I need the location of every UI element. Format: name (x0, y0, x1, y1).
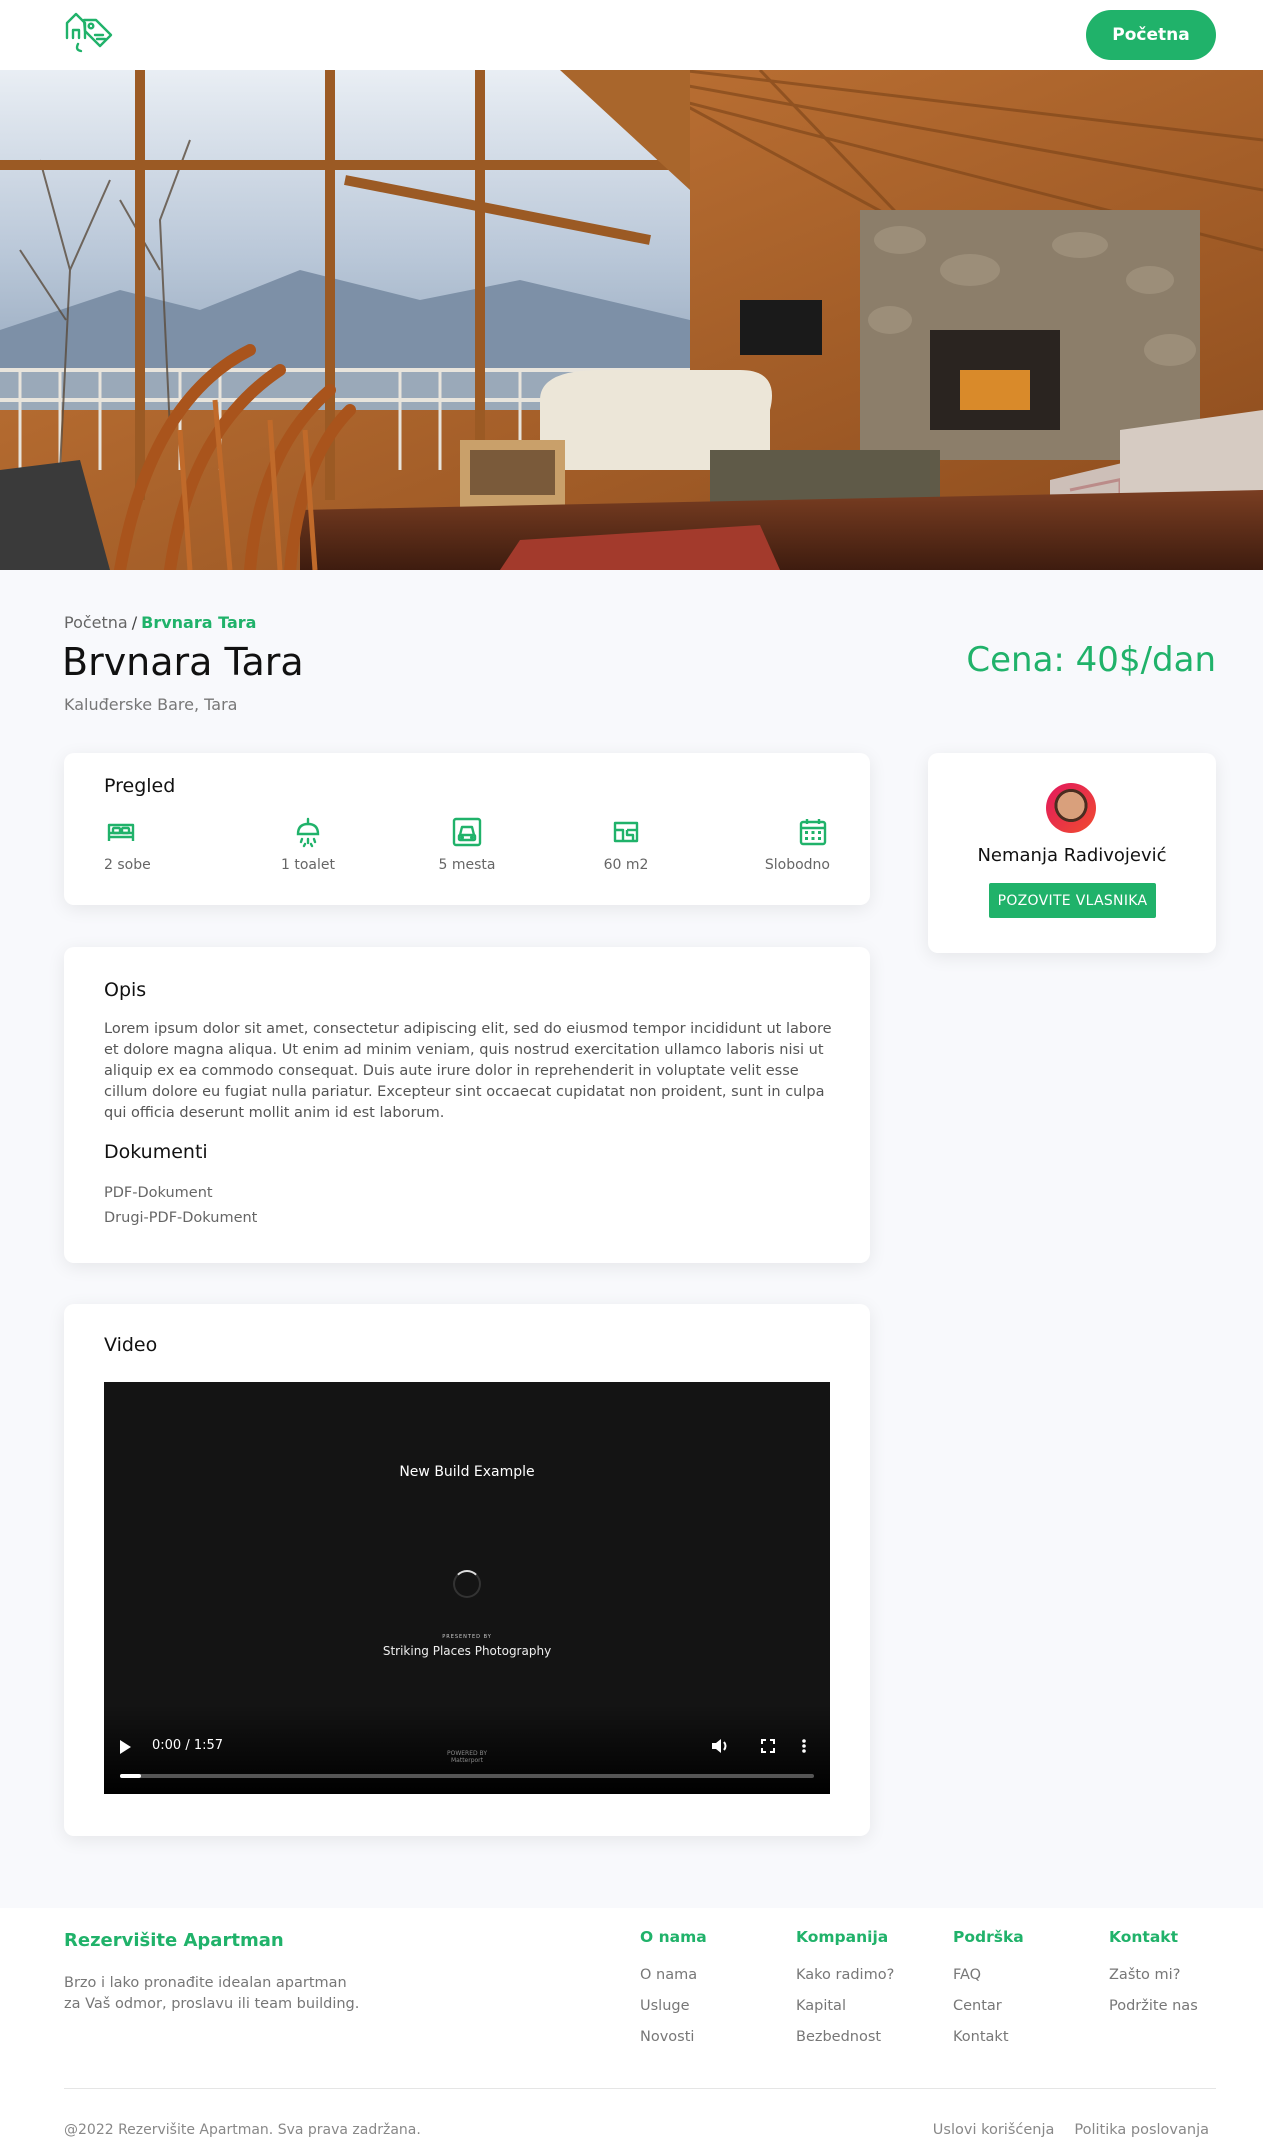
overview-items: 2 sobe 1 toalet 5 mesta 60 m2 Slobodno (104, 815, 830, 873)
listing-location: Kaluđerske Bare, Tara (64, 695, 238, 714)
footer-link[interactable]: Centar (953, 1991, 1024, 2022)
breadcrumb-separator: / (131, 613, 138, 632)
footer-link[interactable]: Kako radimo? (796, 1960, 894, 1991)
listing-title: Brvnara Tara (62, 640, 304, 684)
video-progress-fill (120, 1774, 141, 1778)
breadcrumb-home-link[interactable]: Početna (64, 613, 128, 632)
overview-item-rooms: 2 sobe (104, 815, 194, 873)
description-card: Opis Lorem ipsum dolor sit amet, consect… (64, 947, 870, 1263)
documents-list: PDF-Dokument Drugi-PDF-Dokument (104, 1181, 257, 1231)
hero-image (0, 70, 1263, 570)
volume-icon[interactable] (708, 1734, 732, 1758)
bed-icon (107, 823, 135, 841)
footer-column-about: O nama O nama Usluge Novosti (640, 1928, 707, 2053)
footer-column-title: Kompanija (796, 1928, 889, 1946)
overview-item-toilet: 1 toalet (263, 815, 353, 873)
overview-heading: Pregled (104, 775, 176, 797)
terms-link[interactable]: Uslovi korišćenja (933, 2122, 1055, 2138)
video-brand-name: Matterport (450, 1757, 483, 1764)
footer-column-contact: Kontakt Zašto mi? Podržite nas (1109, 1928, 1198, 2022)
video-powered-by: POWERED BY (446, 1750, 487, 1757)
footer-link[interactable]: O nama (640, 1960, 707, 1991)
footer-column-title: O nama (640, 1928, 707, 1946)
overview-availability-label: Slobodno (764, 857, 830, 873)
owner-card: Nemanja Radivojević POZOVITE VLASNIKA (928, 753, 1216, 953)
footer-column-title: Kontakt (1109, 1928, 1179, 1946)
footer-divider (64, 2088, 1216, 2089)
footer-link[interactable]: Kapital (796, 1991, 894, 2022)
more-options-icon[interactable] (792, 1734, 816, 1758)
video-title: New Build Example (399, 1464, 535, 1480)
shower-icon (296, 817, 320, 848)
footer-link[interactable]: Podržite nas (1109, 1991, 1198, 2022)
footer-link[interactable]: Usluge (640, 1991, 707, 2022)
description-text: Lorem ipsum dolor sit amet, consectetur … (104, 1021, 832, 1121)
owner-avatar (1046, 783, 1096, 833)
overview-area-label: 60 m2 (603, 857, 649, 873)
home-button[interactable]: Početna (1086, 10, 1216, 60)
video-presented-by: PRESENTED BY (442, 1634, 492, 1640)
document-link-pdf[interactable]: PDF-Dokument (104, 1181, 257, 1206)
footer-link[interactable]: Novosti (640, 2022, 707, 2053)
footer-tagline-line2: za Vaš odmor, proslavu ili team building… (64, 1996, 360, 2012)
breadcrumb: Početna / Brvnara Tara (64, 613, 256, 632)
footer-link[interactable]: FAQ (953, 1960, 1024, 1991)
footer-legal-links: Uslovi korišćenja Politika poslovanja (933, 2122, 1209, 2138)
top-navbar: Početna (0, 0, 1263, 70)
floorplan-icon (613, 821, 639, 843)
call-owner-button[interactable]: POZOVITE VLASNIKA (989, 883, 1156, 918)
owner-name: Nemanja Radivojević (977, 845, 1167, 866)
overview-spots-label: 5 mesta (438, 857, 496, 873)
footer-link[interactable]: Kontakt (953, 2022, 1024, 2053)
footer-copyright: @2022 Rezervišite Apartman. Sva prava za… (64, 2122, 421, 2138)
footer-column-support: Podrška FAQ Centar Kontakt (953, 1928, 1024, 2053)
house-key-logo-icon[interactable] (62, 8, 116, 54)
overview-item-spots: 5 mesta (422, 815, 512, 873)
video-progress-bar[interactable] (120, 1774, 814, 1778)
car-icon (452, 817, 482, 847)
footer-link[interactable]: Zašto mi? (1109, 1960, 1198, 1991)
video-author: Striking Places Photography (382, 1644, 552, 1658)
breadcrumb-current: Brvnara Tara (141, 613, 257, 632)
description-heading: Opis (104, 979, 147, 1001)
footer: Rezervišite Apartman Brzo i lako pronađi… (0, 1908, 1263, 2152)
overview-card: Pregled 2 sobe 1 toalet 5 mesta 60 m2 Sl… (64, 753, 870, 905)
document-link-second-pdf[interactable]: Drugi-PDF-Dokument (104, 1206, 257, 1231)
overview-item-area: 60 m2 (581, 815, 671, 873)
listing-price: Cena: 40$/dan (966, 640, 1216, 680)
fullscreen-icon[interactable] (756, 1734, 780, 1758)
footer-brand: Rezervišite Apartman (64, 1930, 284, 1951)
overview-toilet-label: 1 toalet (281, 857, 335, 873)
calendar-icon (799, 819, 827, 846)
footer-tagline: Brzo i lako pronađite idealan apartman z… (64, 1973, 384, 2015)
footer-link[interactable]: Bezbednost (796, 2022, 894, 2053)
video-player[interactable]: New Build Example PRESENTED BY Striking … (104, 1382, 830, 1794)
documents-heading: Dokumenti (104, 1141, 208, 1163)
footer-column-title: Podrška (953, 1928, 1024, 1946)
video-card: Video New Build Example PRESENTED BY Str… (64, 1304, 870, 1836)
footer-column-company: Kompanija Kako radimo? Kapital Bezbednos… (796, 1928, 894, 2053)
footer-tagline-line1: Brzo i lako pronađite idealan apartman (64, 1975, 347, 1991)
overview-item-availability: Slobodno (740, 815, 830, 873)
video-heading: Video (104, 1334, 158, 1356)
policy-link[interactable]: Politika poslovanja (1074, 2122, 1209, 2138)
loading-spinner-icon (453, 1570, 481, 1598)
overview-rooms-label: 2 sobe (104, 857, 151, 873)
